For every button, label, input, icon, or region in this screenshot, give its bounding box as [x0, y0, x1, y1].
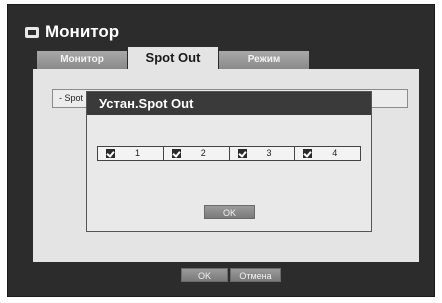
window-title: Монитор [45, 22, 120, 41]
channel-checkbox-group: 1 2 3 4 [97, 146, 361, 161]
channel-checkbox-3[interactable]: 3 [230, 147, 296, 160]
tab-mode[interactable]: Режим [219, 51, 309, 69]
checkbox-label: 1 [135, 148, 141, 158]
cancel-button[interactable]: Отмена [230, 268, 281, 282]
checkbox-label: 4 [332, 148, 338, 158]
tab-monitor[interactable]: Монитор [37, 51, 127, 69]
ok-button[interactable]: OK [181, 268, 228, 282]
monitor-icon [25, 27, 39, 38]
checkbox-checked-icon[interactable] [106, 149, 115, 158]
dialog-ok-button[interactable]: OK [204, 205, 255, 219]
checkbox-label: 2 [200, 148, 206, 158]
channel-checkbox-2[interactable]: 2 [164, 147, 230, 160]
channel-checkbox-1[interactable]: 1 [98, 147, 164, 160]
checkbox-label: 3 [266, 148, 272, 158]
checkbox-checked-icon[interactable] [237, 149, 247, 158]
tab-spot-out[interactable]: Spot Out [128, 47, 218, 69]
checkbox-checked-icon[interactable] [303, 149, 313, 158]
channel-checkbox-4[interactable]: 4 [295, 147, 360, 160]
spot-row-label: - Spot [59, 93, 84, 103]
checkbox-checked-icon[interactable] [171, 149, 181, 158]
dialog-title: Устан.Spot Out [87, 92, 371, 115]
